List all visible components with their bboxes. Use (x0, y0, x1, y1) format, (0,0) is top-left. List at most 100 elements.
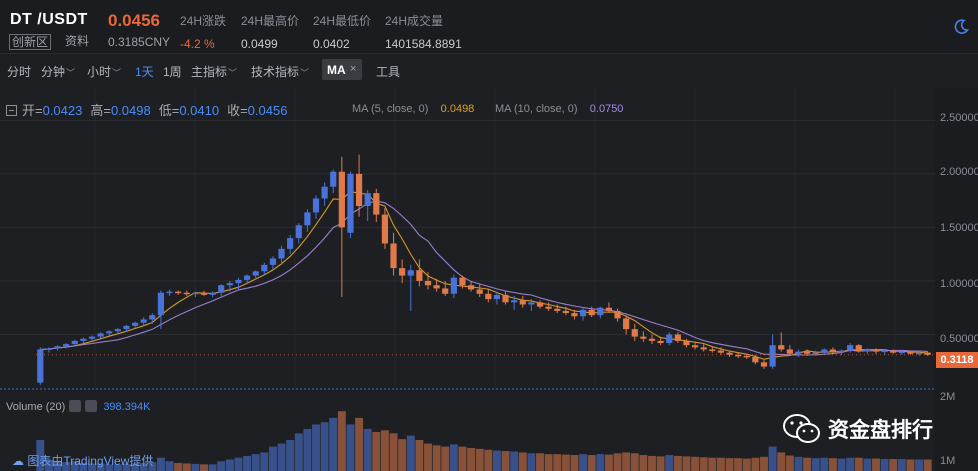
tradingview-credit[interactable]: ☁ 图表由TradingView提供 (12, 452, 153, 469)
candle-body (812, 352, 819, 355)
candle-body (97, 333, 104, 337)
stat-24h-low: 24H最低价 0.0402 (313, 14, 372, 51)
candle-body (287, 238, 294, 249)
y-tick: 0.50000 (940, 333, 978, 345)
candle-body (467, 285, 475, 290)
interval-1week[interactable]: 1周 (163, 63, 182, 80)
candle-body (838, 350, 845, 353)
volume-bar (561, 454, 570, 471)
tools-button[interactable]: 工具 (376, 63, 400, 80)
volume-bar (449, 444, 458, 471)
market-header: DT /USDT 0.0456 创新区 资料 0.3185CNY 24H涨跌 -… (0, 0, 978, 54)
candle-body (312, 198, 320, 213)
volume-bar (475, 448, 484, 471)
info-link[interactable]: 资料 (65, 34, 89, 48)
volume-bar (243, 455, 252, 471)
settings-icon[interactable] (69, 400, 82, 412)
volume-bar (260, 452, 269, 471)
volume-bar (579, 454, 588, 471)
volume-bar (923, 459, 932, 471)
chevron-down-icon: ﹀ (66, 68, 76, 78)
volume-bar (182, 463, 191, 471)
volume-bar (217, 461, 226, 471)
candle-body (80, 338, 87, 341)
y-tick: 2.00000 (940, 166, 978, 178)
candle-body (803, 351, 811, 354)
volume-bar (613, 453, 622, 471)
volume-bar (191, 463, 200, 471)
interval-timeline[interactable]: 分时 (7, 63, 31, 80)
candle-body (554, 308, 561, 311)
watermark: 资金盘排行 (780, 408, 978, 448)
legend-low: 0.0410 (179, 103, 220, 118)
volume-bar (234, 457, 243, 471)
volume-bar (251, 454, 260, 471)
candle-body (226, 283, 233, 286)
stat-24h-volume: 24H成交量 1401584.8891 (385, 14, 462, 51)
candle-body (355, 173, 363, 206)
candle-body (442, 288, 449, 294)
volume-bar (458, 446, 467, 471)
candle-body (648, 338, 656, 341)
volume-bar (441, 446, 450, 471)
collapse-legend-icon[interactable] (6, 105, 17, 116)
candle-body (330, 171, 337, 187)
volume-bar (484, 449, 493, 471)
candle-body (63, 344, 70, 347)
candle-body (907, 351, 914, 354)
candle-body (864, 349, 871, 352)
volume-bar (716, 457, 725, 471)
chevron-down-icon: ﹀ (300, 68, 310, 78)
innovation-zone-tag[interactable]: 创新区 (9, 34, 52, 50)
candle-body (778, 345, 785, 350)
volume-bar (363, 428, 372, 471)
candle-body (700, 347, 707, 350)
legend-high: 0.0498 (110, 103, 151, 118)
moon-icon[interactable] (953, 19, 969, 35)
close-icon[interactable] (85, 400, 98, 412)
candle-body (476, 289, 483, 294)
ma-indicator-chip[interactable]: MA × (322, 59, 362, 80)
volume-bar (751, 457, 760, 471)
volume-tick: 2M (940, 391, 956, 403)
candle-body (485, 293, 492, 300)
candle-body (295, 225, 302, 239)
interval-1day[interactable]: 1天 (135, 63, 154, 80)
volume-bar (294, 433, 303, 471)
candle-body (769, 345, 776, 367)
volume-bar (277, 443, 286, 471)
volume-bar (208, 464, 217, 471)
volume-bar (639, 455, 648, 471)
close-icon[interactable]: × (350, 63, 356, 75)
volume-bar (760, 456, 768, 471)
candle-body (605, 307, 613, 311)
candle-body (218, 285, 225, 293)
candle-body (898, 351, 905, 354)
volume-bar (915, 459, 924, 471)
candle-body (829, 349, 837, 352)
y-tick: 1.00000 (940, 278, 978, 290)
tech-indicator-dropdown[interactable]: 技术指标﹀ (251, 63, 309, 80)
candle-body (752, 356, 759, 363)
volume-bar (286, 440, 295, 471)
interval-minute-dropdown[interactable]: 分钟﹀ (41, 63, 75, 80)
candle-body (450, 277, 457, 294)
volume-bar (872, 458, 880, 471)
volume-bar (424, 443, 432, 471)
interval-hour-dropdown[interactable]: 小时﹀ (87, 63, 121, 80)
candle-body (390, 243, 397, 269)
candle-body (183, 292, 190, 295)
candle-body (623, 318, 630, 330)
candle-body (338, 171, 345, 228)
volume-bar (734, 458, 743, 471)
main-indicator-dropdown[interactable]: 主指标﹀ (191, 63, 237, 80)
candle-body (243, 275, 251, 280)
volume-bar (415, 440, 424, 471)
volume-bar (268, 446, 277, 471)
y-tick: 2.50000 (940, 112, 978, 124)
last-price-tag: 0.3118 (936, 352, 978, 368)
legend-open: 0.0423 (42, 103, 83, 118)
volume-bar (622, 452, 631, 471)
candle-body (511, 300, 518, 303)
volume-bar (906, 459, 915, 471)
